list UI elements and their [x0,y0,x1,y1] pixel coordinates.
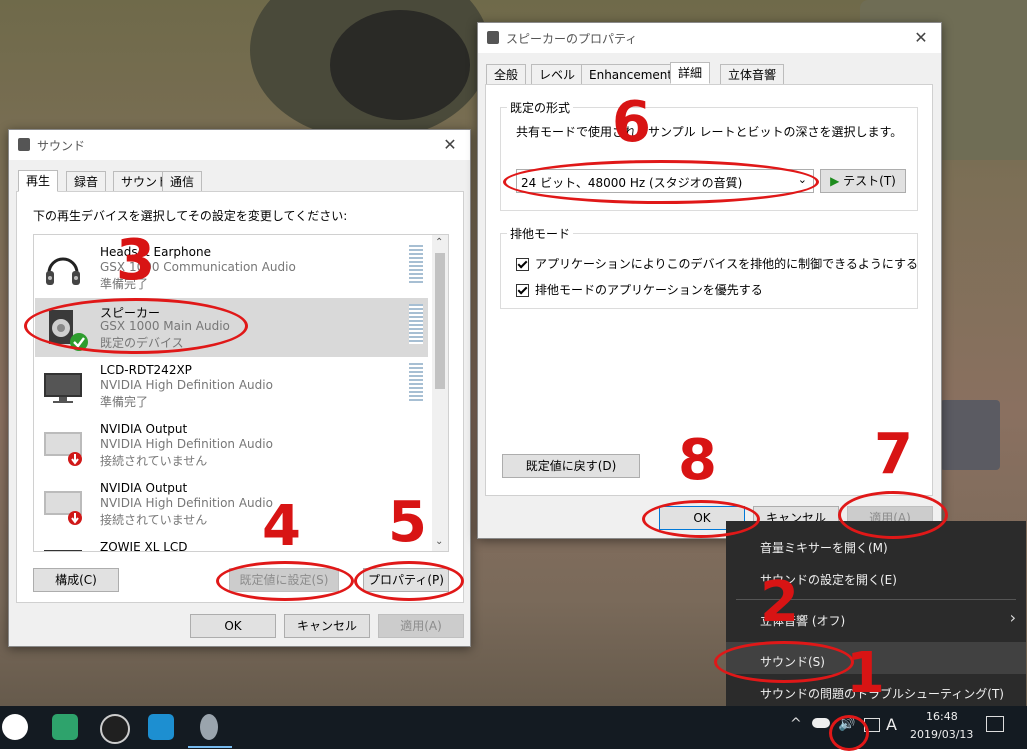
annotation-circle-format [503,160,819,204]
annotation-circle-speaker [24,298,248,354]
tab-recording[interactable]: 録音 [66,171,107,193]
annotation-number-3: 3 [116,228,155,293]
tab-playback[interactable]: 再生 [18,170,59,192]
device-item-headset[interactable]: Headset Earphone GSX 1000 Communication … [35,239,428,298]
window-title: スピーカーのプロパティ [506,32,638,46]
window-title: サウンド [37,139,86,153]
tab-communications[interactable]: 通信 [162,171,203,193]
device-item-nvidia-1[interactable]: NVIDIA Output NVIDIA High Definition Aud… [35,416,428,475]
itunes-icon[interactable] [2,714,28,740]
close-icon[interactable]: ✕ [909,26,933,50]
instruction-text: 下の再生デバイスを選択してその設定を変更してください: [33,209,348,223]
monitor-disconnected-icon [44,432,82,466]
tab-spatial-sound[interactable]: 立体音響 [720,64,785,86]
annotation-number-8: 8 [678,428,717,493]
onedrive-icon[interactable] [812,718,830,728]
test-button-label: テスト(T) [843,174,896,188]
volume-meter [409,245,423,285]
ok-button[interactable]: OK [190,614,276,638]
device-name: NVIDIA Output [100,422,188,436]
speaker-icon [18,138,30,151]
clock-date[interactable]: 2019/03/13 [910,728,973,741]
exclusive-option-1[interactable]: アプリケーションによりこのデバイスを排他的に制御できるようにする [516,255,918,272]
sound-window-titlebar: サウンド ✕ [9,130,470,160]
sound-app-icon[interactable] [200,714,218,740]
restore-defaults-button[interactable]: 既定値に戻す(D) [502,454,640,478]
speaker-icon [487,31,499,44]
annotation-number-2: 2 [760,570,799,635]
device-driver: NVIDIA High Definition Audio [100,496,273,510]
chevron-up-icon[interactable]: ^ [790,716,802,732]
annotation-number-4: 4 [262,494,301,559]
exclusive-option-2[interactable]: 排他モードのアプリケーションを優先する [516,281,763,298]
chevron-right-icon: › [1009,608,1016,627]
exclusive-mode-legend: 排他モード [510,227,571,241]
scrollbar-thumb[interactable] [435,253,445,389]
device-item-lcd[interactable]: LCD-RDT242XP NVIDIA High Definition Audi… [35,357,428,416]
device-status: 準備完了 [100,395,149,409]
device-status: 接続されていません [100,513,208,527]
annotation-number-7: 7 [874,422,913,487]
default-format-desc: 共有モードで使用されるサンプル レートとビットの深さを選択します。 [516,125,903,139]
taskbar: ^ 🔊 A 16:48 2019/03/13 [0,706,1027,749]
annotation-number-5: 5 [388,490,427,555]
tab-general[interactable]: 全般 [486,64,527,86]
device-list: Headset Earphone GSX 1000 Communication … [33,234,449,552]
screen-capture-icon[interactable] [148,714,174,740]
annotation-circle-ok [642,500,760,538]
annotation-number-1: 1 [846,641,885,706]
tab-levels[interactable]: レベル [531,64,584,86]
volume-meter [409,304,423,344]
checkbox-checked-icon[interactable] [516,284,529,297]
scroll-down-icon[interactable]: ⌄ [435,536,443,547]
device-name: NVIDIA Output [100,481,188,495]
device-list-scrollbar[interactable]: ⌃ ⌄ [432,235,448,551]
apply-button[interactable]: 適用(A) [378,614,464,638]
device-item-nvidia-2[interactable]: NVIDIA Output NVIDIA High Definition Aud… [35,475,428,534]
tab-advanced[interactable]: 詳細 [670,62,711,84]
headset-icon [46,257,80,285]
play-icon: ▶ [830,174,840,188]
monitor-disconnected-icon [44,491,82,525]
volume-meter [409,363,423,403]
cancel-button[interactable]: キャンセル [284,614,370,638]
device-driver: NVIDIA High Definition Audio [100,437,273,451]
annotation-circle-set-default [216,561,354,601]
annotation-circle-apply [838,491,948,539]
annotation-number-6: 6 [612,90,651,155]
device-name: ZOWIE XL LCD [100,540,188,552]
device-driver: NVIDIA High Definition Audio [100,378,273,392]
close-icon[interactable]: ✕ [438,133,462,157]
props-titlebar: スピーカーのプロパティ ✕ [478,23,941,53]
annotation-circle-volume [829,715,869,751]
clock-time[interactable]: 16:48 [926,710,958,723]
exclusive-option-2-label: 排他モードのアプリケーションを優先する [535,283,763,297]
menu-item-volume-mixer[interactable]: 音量ミキサーを開く(M) [760,539,888,556]
monitor-icon [44,373,82,403]
ime-indicator[interactable]: A [886,715,897,734]
annotation-circle-sounds [714,641,854,683]
chat-app-icon[interactable] [52,714,78,740]
configure-button[interactable]: 構成(C) [33,568,119,592]
monitor-icon [44,550,82,551]
exclusive-option-1-label: アプリケーションによりこのデバイスを排他的に制御できるようにする [535,257,919,271]
test-button[interactable]: ▶ テスト(T) [820,169,906,193]
device-status: 接続されていません [100,454,208,468]
default-format-legend: 既定の形式 [510,101,571,115]
checkbox-checked-icon[interactable] [516,258,529,271]
scroll-up-icon[interactable]: ⌃ [435,237,443,248]
obs-icon[interactable] [100,714,130,744]
annotation-circle-properties [354,561,464,601]
notification-icon[interactable] [986,716,1004,732]
device-name: LCD-RDT242XP [100,363,192,377]
active-app-indicator [188,746,232,748]
device-item-zowie[interactable]: ZOWIE XL LCD [35,534,428,552]
